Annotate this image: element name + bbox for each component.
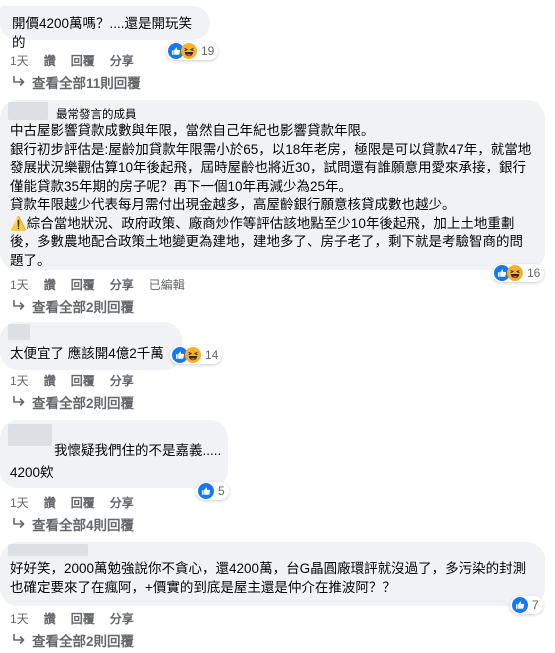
reaction-summary[interactable]: 19 [166,42,219,60]
view-replies-label: 查看全部2則回覆 [32,300,135,315]
view-replies-label: 查看全部11則回覆 [32,76,141,91]
reply-button[interactable]: 回覆 [71,372,95,389]
reaction-summary[interactable]: 14 [170,346,223,364]
comment-text: 好好笑，2000萬勉強說你不貪心，還4200萬，台G晶圓廠環評就沒過了，多污染的… [10,561,527,595]
reaction-count: 14 [205,348,219,362]
author-name-redacted [8,544,88,556]
reaction-count: 19 [201,44,215,58]
reply-button[interactable]: 回覆 [71,610,95,627]
share-button[interactable]: 分享 [110,610,134,627]
share-button[interactable]: 分享 [110,52,134,69]
timestamp[interactable]: 1天 [10,494,29,511]
comment-text-line2: 4200欸 [10,465,54,480]
author-name-redacted [8,324,30,340]
reply-arrow-icon [12,75,26,89]
comment-bubble: 開價4200萬嗎？....還是開玩笑的 [0,6,210,50]
view-replies-link[interactable]: 查看全部2則回覆 [12,392,134,412]
reaction-summary[interactable]: 7 [510,596,543,614]
author-badge: 最常發言的成員 [56,109,137,121]
like-button[interactable]: 讚 [44,372,56,389]
reaction-count: 16 [527,266,541,280]
comment-text: 太便宜了 應該開4億2千萬 [10,346,164,361]
comment-bubble: 最常發言的成員 中古屋影響貸款成數與年限，當然自己年紀也影響貸款年限。 銀行初步… [0,100,545,270]
view-replies-link[interactable]: 查看全部11則回覆 [12,72,141,92]
view-replies-link[interactable]: 查看全部2則回覆 [12,630,134,650]
reply-button[interactable]: 回覆 [71,276,95,293]
author-name-redacted [8,102,48,120]
comment-bubble: 我懷疑我們住的不是嘉義..... 4200欸 [0,420,228,488]
comment-actions: 1天 讚 回覆 分享 已編輯 [10,276,185,293]
reply-arrow-icon [12,633,26,647]
reply-arrow-icon [12,395,26,409]
reaction-count: 5 [218,484,225,498]
view-replies-label: 查看全部2則回覆 [32,634,135,649]
like-button[interactable]: 讚 [44,52,56,69]
reaction-summary[interactable]: 5 [196,482,229,500]
view-replies-label: 查看全部2則回覆 [32,396,135,411]
reply-arrow-icon [12,299,26,313]
view-replies-link[interactable]: 查看全部2則回覆 [12,296,134,316]
comment-bubble: 好好笑，2000萬勉強說你不貪心，還4200萬，台G晶圓廠環評就沒過了，多污染的… [0,542,545,606]
like-button[interactable]: 讚 [44,276,56,293]
comment-text: 中古屋影響貸款成數與年限，當然自己年紀也影響貸款年限。 銀行初步評估是:屋齡加貸… [10,123,532,268]
share-button[interactable]: 分享 [110,276,134,293]
author-name-redacted [8,424,52,446]
share-button[interactable]: 分享 [110,494,134,511]
timestamp[interactable]: 1天 [10,276,29,293]
comment-bubble: 太便宜了 應該開4億2千萬 [0,322,182,370]
timestamp[interactable]: 1天 [10,52,29,69]
edited-label: 已編輯 [148,278,185,292]
comment-actions: 1天 讚 回覆 分享 [10,372,134,389]
like-button[interactable]: 讚 [44,610,56,627]
haha-icon [181,43,197,59]
comment-text-line1: 我懷疑我們住的不是嘉義..... [54,443,222,458]
like-button[interactable]: 讚 [44,494,56,511]
comment-actions: 1天 讚 回覆 分享 [10,610,134,627]
reaction-count: 7 [532,598,539,612]
comment-actions: 1天 讚 回覆 分享 [10,52,134,69]
reply-arrow-icon [12,517,26,531]
like-icon [512,597,528,613]
like-icon [198,483,214,499]
reaction-summary[interactable]: 16 [492,264,545,282]
view-replies-label: 查看全部4則回覆 [32,518,135,533]
timestamp[interactable]: 1天 [10,372,29,389]
haha-icon [507,265,523,281]
view-replies-link[interactable]: 查看全部4則回覆 [12,514,134,534]
haha-icon [185,347,201,363]
comment-actions: 1天 讚 回覆 分享 [10,494,134,511]
reply-button[interactable]: 回覆 [71,494,95,511]
share-button[interactable]: 分享 [110,372,134,389]
timestamp[interactable]: 1天 [10,610,29,627]
reply-button[interactable]: 回覆 [71,52,95,69]
